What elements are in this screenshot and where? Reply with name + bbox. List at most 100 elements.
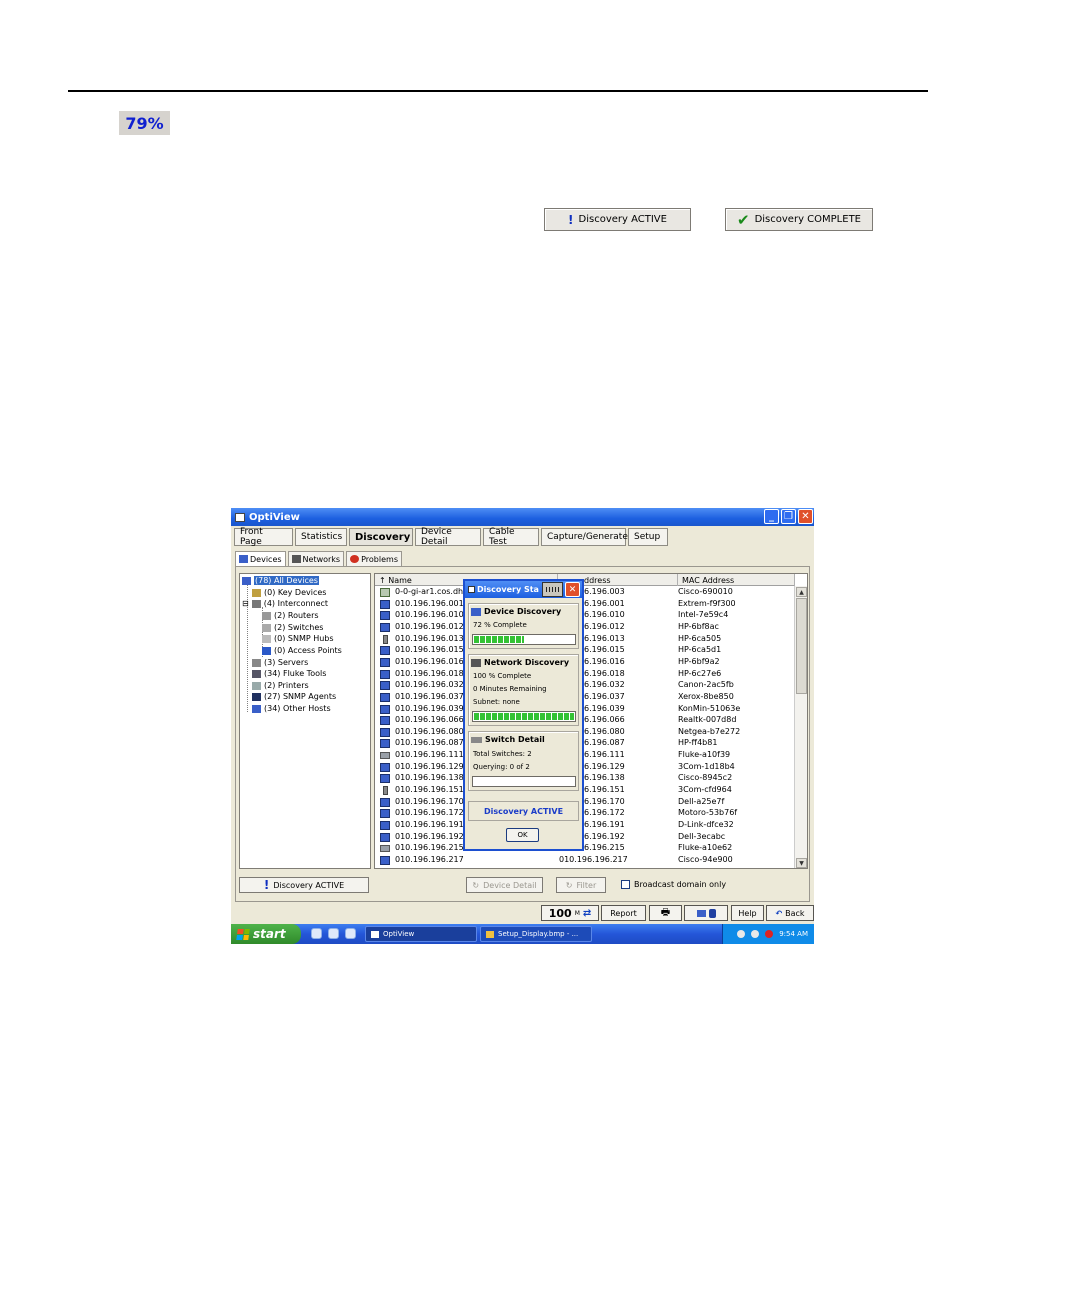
report-button[interactable]: Report <box>601 905 646 921</box>
device-mac: Motoro-53b76f <box>678 808 738 818</box>
device-name: 010.196.196.087 <box>395 738 464 748</box>
tree-item-all-devices[interactable]: (78) All Devices <box>242 575 319 586</box>
checkbox-box[interactable] <box>621 880 630 889</box>
network-tray-icon[interactable] <box>737 930 746 938</box>
scroll-thumb[interactable] <box>796 598 807 694</box>
taskbar-item-paint[interactable]: Setup_Display.bmp - ... <box>480 926 592 942</box>
table-row[interactable]: 010.196.196.032 6.196.032 Canon-2ac5fb <box>375 680 795 692</box>
tab-front-page[interactable]: Front Page <box>234 527 293 547</box>
tree-item-interconnect[interactable]: ⊟ (4) Interconnect <box>242 598 328 609</box>
tab-setup[interactable]: Setup <box>628 528 668 546</box>
table-row[interactable]: 010.196.196.087 6.196.087 HP-ff4b81 <box>375 738 795 750</box>
restore-button[interactable]: ❐ <box>781 509 796 524</box>
fluke-tools-icon <box>252 669 261 678</box>
table-row[interactable]: 010.196.196.111 6.196.111 Fluke-a10f39 <box>375 750 795 762</box>
table-row[interactable]: 010.196.196.001 6.196.001 Extrem-f9f300 <box>375 599 795 611</box>
subtab-devices[interactable]: Devices <box>235 551 286 566</box>
table-row[interactable]: 010.196.196.018 6.196.018 HP-6c27e6 <box>375 669 795 681</box>
device-detail-button[interactable]: ↻ Device Detail <box>466 877 543 893</box>
quick-launch <box>311 928 356 939</box>
minimize-button[interactable]: _ <box>764 509 779 524</box>
table-row[interactable]: 010.196.196.012 6.196.012 HP-6bf8ac <box>375 622 795 634</box>
speed-button[interactable]: 100 M ⇄ <box>541 905 599 921</box>
device-mac: D-Link-dfce32 <box>678 820 734 829</box>
tab-cable-test[interactable]: Cable Test <box>483 527 539 547</box>
device-address: 6.196.012 <box>584 621 625 631</box>
tab-device-detail[interactable]: Device Detail <box>415 527 481 547</box>
table-row[interactable]: 010.196.196.010 6.196.010 Intel-7e59c4 <box>375 610 795 622</box>
device-mac: 3Com-cfd964 <box>678 785 732 795</box>
close-button[interactable]: ✕ <box>798 509 813 524</box>
table-row[interactable]: 010.196.196.016 6.196.016 HP-6bf9a2 <box>375 657 795 669</box>
device-tree[interactable]: (78) All Devices (0) Key Devices ⊟ (4) Inte… <box>239 573 371 869</box>
tree-item-other-hosts[interactable]: (34) Other Hosts <box>252 703 331 714</box>
table-row[interactable]: 010.196.196.037 6.196.037 Xerox-8be850 <box>375 692 795 704</box>
table-row[interactable]: 010.196.196.066 6.196.066 Realtk-007d8d <box>375 715 795 727</box>
dialog-close-button[interactable]: ✕ <box>565 582 580 597</box>
device-list[interactable]: ↑ Name ddress MAC Address 0-0-gi-ar1.cos… <box>374 573 808 869</box>
pen-tray-icon[interactable] <box>751 930 760 938</box>
keyboard-icon[interactable] <box>542 582 563 597</box>
tree-item-snmp-agents[interactable]: (27) SNMP Agents <box>252 691 336 702</box>
tree-item-routers[interactable]: (2) Routers <box>262 610 319 621</box>
tree-item-key-devices[interactable]: (0) Key Devices <box>252 587 326 598</box>
scroll-down-arrow[interactable]: ▼ <box>796 858 807 868</box>
tree-item-servers[interactable]: (3) Servers <box>252 657 308 668</box>
device-discovery-section: Device Discovery 72 % Complete <box>468 603 579 649</box>
window-icon <box>371 930 379 938</box>
filter-button[interactable]: ↻ Filter <box>556 877 606 893</box>
tree-item-switches[interactable]: (2) Switches <box>262 622 323 633</box>
browser-icon[interactable] <box>345 928 356 939</box>
refresh-icon: ↻ <box>472 880 480 890</box>
device-address: 6.196.111 <box>584 750 625 760</box>
scroll-up-arrow[interactable]: ▲ <box>796 587 807 597</box>
table-row[interactable]: 010.196.196.151 6.196.151 3Com-cfd964 <box>375 785 795 797</box>
subtab-networks[interactable]: Networks <box>287 551 345 566</box>
collapse-icon[interactable]: ⊟ <box>242 599 249 608</box>
table-row[interactable]: 010.196.196.215 6.196.215 Fluke-a10e62 <box>375 843 795 855</box>
network-progress-bar <box>472 711 576 722</box>
tree-item-snmp-hubs[interactable]: (0) SNMP Hubs <box>262 633 334 644</box>
taskbar-item-optiview[interactable]: OptiView <box>365 926 477 942</box>
column-mac[interactable]: MAC Address <box>678 574 795 586</box>
table-row[interactable]: 010.196.196.172 6.196.172 Motoro-53b76f <box>375 808 795 820</box>
device-name: 010.196.196.018 <box>395 668 464 678</box>
start-button[interactable]: start <box>231 924 301 944</box>
table-row[interactable]: 010.196.196.217 010.196.196.217 Cisco-94e9… <box>375 855 795 867</box>
table-row[interactable]: 010.196.196.129 6.196.129 3Com-1d18b4 <box>375 762 795 774</box>
tools-button[interactable] <box>684 905 728 921</box>
subtab-problems[interactable]: Problems <box>346 551 402 566</box>
table-row[interactable]: 010.196.196.192 6.196.192 Dell-3ecabc <box>375 832 795 844</box>
ok-button[interactable]: OK <box>506 828 539 842</box>
table-row[interactable]: 010.196.196.138 6.196.138 Cisco-8945c2 <box>375 773 795 785</box>
switch-icon <box>471 736 482 743</box>
tab-capture-generate[interactable]: Capture/Generate <box>541 528 628 546</box>
desktop-icon[interactable] <box>311 928 322 939</box>
table-row[interactable]: 010.196.196.170 6.196.170 Dell-a25e7f <box>375 797 795 809</box>
print-button[interactable]: 🖶 <box>649 905 682 921</box>
device-address: 6.196.039 <box>584 703 625 713</box>
list-scrollbar[interactable]: ▲ ▼ <box>794 586 807 868</box>
computer-icon <box>239 555 248 563</box>
table-row[interactable]: 010.196.196.013 6.196.013 HP-6ca505 <box>375 634 795 646</box>
clock: 9:54 AM <box>779 930 808 938</box>
tab-discovery[interactable]: Discovery <box>349 528 413 546</box>
folder-icon[interactable] <box>328 928 339 939</box>
table-row[interactable]: 010.196.196.080 6.196.080 Netgea-b7e272 <box>375 727 795 739</box>
help-button[interactable]: Help <box>731 905 764 921</box>
table-row[interactable]: 0-0-gi-ar1.cos.dhrt 6.196.003 Cisco-690010 <box>375 587 795 599</box>
server-device-icon <box>383 634 388 644</box>
other-hosts-icon <box>252 704 261 713</box>
table-row[interactable]: 010.196.196.015 6.196.015 HP-6ca5d1 <box>375 645 795 657</box>
broadcast-domain-checkbox[interactable]: Broadcast domain only <box>621 880 726 889</box>
tree-item-printers[interactable]: (2) Printers <box>252 680 309 691</box>
tab-statistics[interactable]: Statistics <box>295 528 347 546</box>
table-row[interactable]: 010.196.196.039 6.196.039 KonMin-51063e <box>375 704 795 716</box>
alert-tray-icon[interactable] <box>765 930 774 938</box>
tree-item-fluke-tools[interactable]: (34) Fluke Tools <box>252 668 326 679</box>
window-title: OptiView <box>249 511 300 523</box>
discovery-active-button[interactable]: ! Discovery ACTIVE <box>239 877 369 893</box>
table-row[interactable]: 010.196.196.191 6.196.191 D-Link-dfce32 <box>375 820 795 832</box>
back-button[interactable]: ↶ Back <box>766 905 814 921</box>
tree-item-access-points[interactable]: (0) Access Points <box>262 645 342 656</box>
